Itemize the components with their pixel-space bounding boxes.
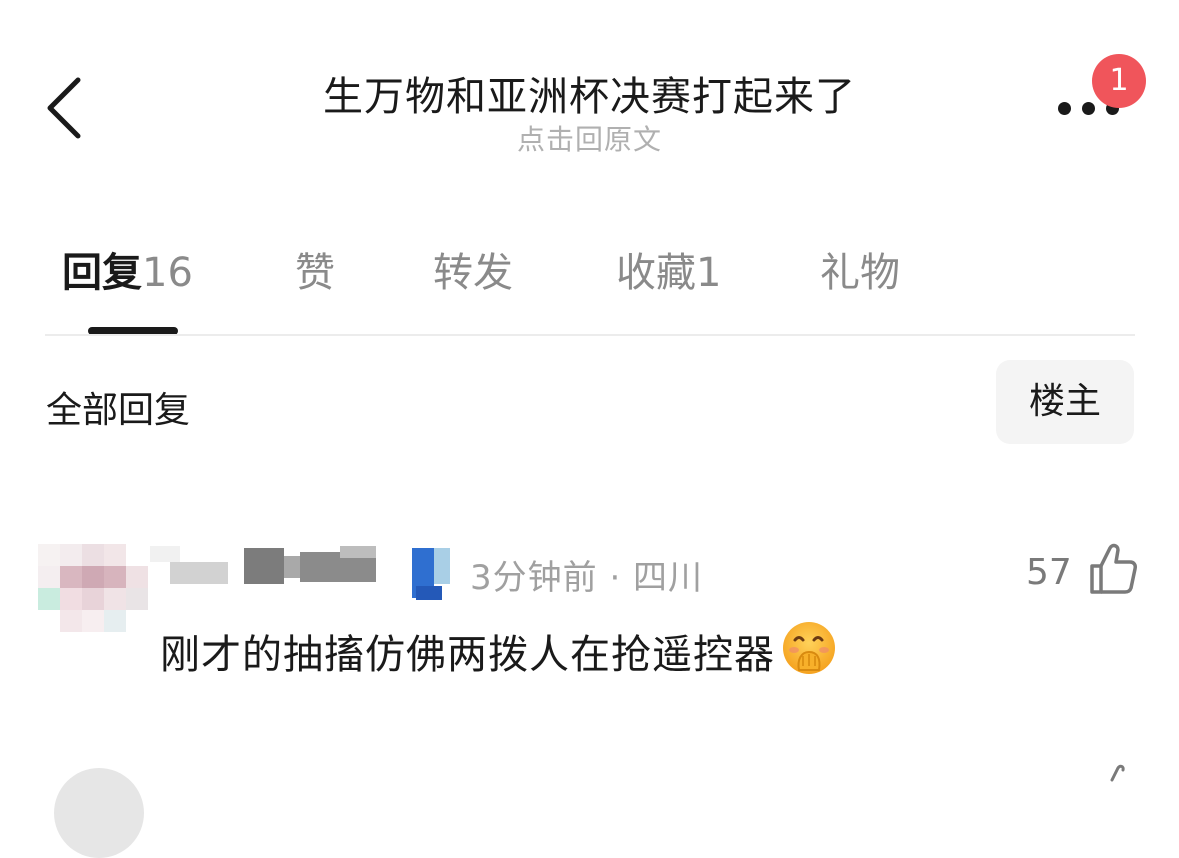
pixelated-block xyxy=(126,588,148,610)
next-comment-avatar[interactable] xyxy=(54,768,144,858)
pixelated-block xyxy=(434,548,450,584)
pixelated-block xyxy=(170,562,228,584)
tab-replies[interactable]: 回复16 xyxy=(62,240,193,298)
tab-label: 赞 xyxy=(295,250,335,296)
pixelated-block xyxy=(38,544,60,566)
pixelated-block xyxy=(126,566,148,588)
username-redacted[interactable] xyxy=(150,546,460,602)
hand-over-mouth-emoji-icon xyxy=(781,620,837,686)
tab-reposts[interactable]: 转发 xyxy=(433,240,513,298)
pixelated-block xyxy=(82,544,104,566)
comment-text-row: 刚才的抽搐仿佛两拨人在抢遥控器 xyxy=(160,620,837,686)
divider xyxy=(45,334,1135,336)
tab-count: 1 xyxy=(696,250,722,296)
back-to-original-link[interactable]: 点击回原文 xyxy=(0,118,1179,158)
tab-label: 收藏 xyxy=(616,250,696,296)
thumbs-up-icon[interactable] xyxy=(1098,764,1132,784)
pixelated-block xyxy=(104,566,126,588)
more-dot xyxy=(1082,102,1095,115)
top-nav-bar: 生万物和亚洲杯决赛打起来了 点击回原文 1 xyxy=(0,0,1179,180)
interaction-tabs: 回复16 赞 转发 收藏1 礼物 xyxy=(0,240,1179,310)
thumbs-up-icon xyxy=(1090,543,1137,594)
like-count: 57 xyxy=(1026,552,1072,593)
notification-badge: 1 xyxy=(1092,54,1146,108)
pixelated-block xyxy=(244,548,284,584)
pixelated-block xyxy=(150,546,180,562)
avatar[interactable] xyxy=(38,544,152,644)
tab-likes[interactable]: 赞 xyxy=(295,240,335,298)
pixelated-block xyxy=(416,586,442,600)
pixelated-block xyxy=(340,546,376,558)
tab-label: 转发 xyxy=(433,250,513,296)
post-title[interactable]: 生万物和亚洲杯决赛打起来了 xyxy=(0,64,1179,122)
all-replies-heading: 全部回复 xyxy=(46,390,191,431)
op-only-filter-button[interactable]: 楼主 xyxy=(996,360,1134,444)
pixelated-block xyxy=(38,566,60,588)
pixelated-block xyxy=(60,610,82,632)
pixelated-block xyxy=(60,588,82,610)
tab-favorites[interactable]: 收藏1 xyxy=(616,240,721,298)
pixelated-block xyxy=(104,544,126,566)
pixelated-block xyxy=(104,610,126,632)
pixelated-block xyxy=(38,588,60,610)
pixelated-block xyxy=(82,610,104,632)
tab-count: 16 xyxy=(142,250,193,296)
tab-label: 回复 xyxy=(62,250,142,296)
pixelated-block xyxy=(60,566,82,588)
comment-meta: 3分钟前 · 四川 xyxy=(470,558,704,598)
tab-gifts[interactable]: 礼物 xyxy=(820,240,900,298)
tab-label: 礼物 xyxy=(820,250,900,296)
pixelated-block xyxy=(82,566,104,588)
pixelated-block xyxy=(104,588,126,610)
more-dots-icon xyxy=(1058,102,1071,115)
comment-text: 刚才的抽搐仿佛两拨人在抢遥控器 xyxy=(160,632,775,678)
pixelated-block xyxy=(82,588,104,610)
pixelated-block xyxy=(60,544,82,566)
